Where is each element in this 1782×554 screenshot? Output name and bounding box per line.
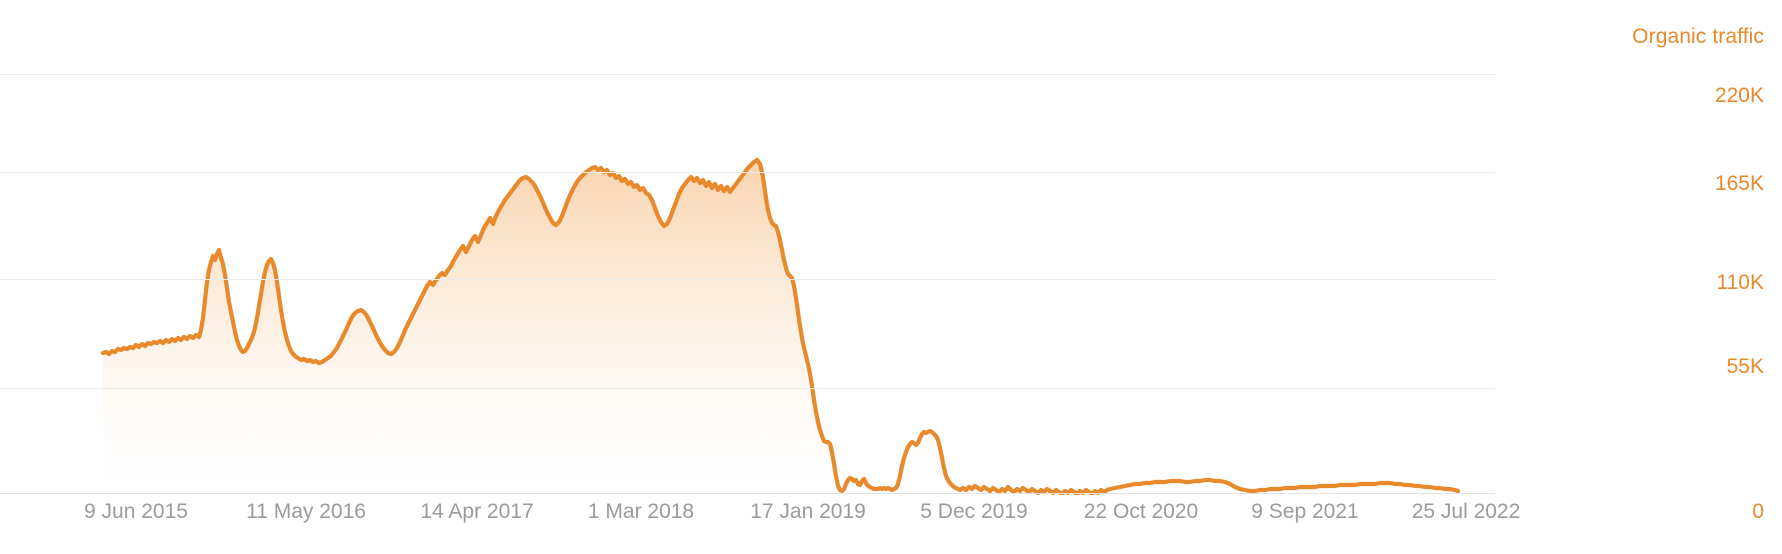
gridline-165k bbox=[0, 172, 1495, 173]
traffic-area-fill bbox=[103, 160, 1458, 495]
x-tick-4: 1 Mar 2018 bbox=[587, 500, 695, 523]
gridline-110k bbox=[0, 279, 1495, 280]
organic-traffic-chart: Organic traffic 220K 165K 110K 55K 9 Jun… bbox=[0, 0, 1782, 554]
x-tick-5: 17 Jan 2019 bbox=[750, 500, 866, 523]
y-tick-55k: 55K bbox=[1726, 355, 1764, 378]
series-legend-label: Organic traffic bbox=[1632, 25, 1764, 48]
x-tick-7: 22 Oct 2020 bbox=[1083, 500, 1199, 523]
gridline-baseline bbox=[0, 493, 1495, 494]
gridline-55k bbox=[0, 388, 1495, 389]
x-tick-9: 25 Jul 2022 bbox=[1411, 500, 1521, 523]
x-axis: 9 Jun 2015 11 May 2016 14 Apr 2017 1 Mar… bbox=[0, 498, 1782, 538]
traffic-area-series bbox=[100, 157, 1461, 495]
x-tick-1: 9 Jun 2015 bbox=[84, 500, 188, 523]
x-tick-2: 11 May 2016 bbox=[246, 500, 366, 523]
gridline-220k bbox=[0, 74, 1495, 75]
y-tick-zero: 0 bbox=[1752, 500, 1764, 523]
x-tick-6: 5 Dec 2019 bbox=[920, 500, 1028, 523]
x-tick-3: 14 Apr 2017 bbox=[420, 500, 534, 523]
plot-area bbox=[0, 60, 1495, 495]
x-tick-8: 9 Sep 2021 bbox=[1251, 500, 1359, 523]
y-tick-220k: 220K bbox=[1714, 84, 1764, 107]
y-tick-110k: 110K bbox=[1716, 271, 1765, 294]
y-tick-165k: 165K bbox=[1714, 172, 1764, 195]
